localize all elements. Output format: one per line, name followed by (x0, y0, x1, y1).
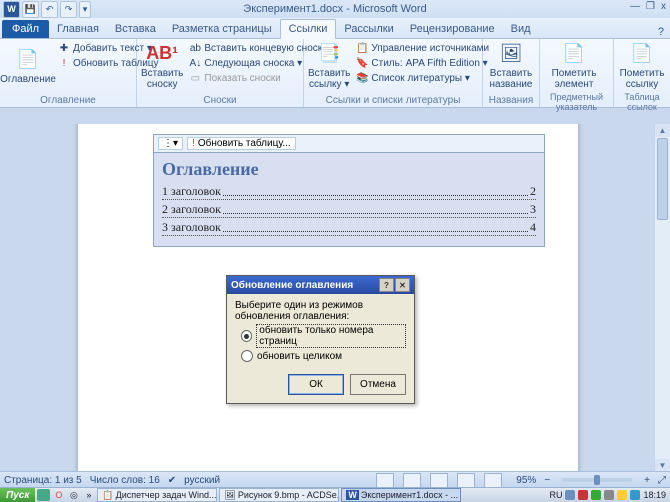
radio-update-page-numbers[interactable] (241, 330, 252, 342)
toc-icon: 📄 (16, 48, 40, 72)
bibliography-button[interactable]: 📚Список литературы ▾ (354, 71, 491, 85)
toc-entry[interactable]: 1 заголовок2 (162, 184, 536, 200)
tab-references[interactable]: Ссылки (280, 19, 337, 39)
toc-field-handle[interactable]: ⋮▾ (158, 137, 183, 150)
cancel-button[interactable]: Отмена (350, 374, 406, 395)
ribbon: 📄 Оглавление ✚Добавить текст ▾ !Обновить… (0, 39, 670, 108)
tab-file[interactable]: Файл (2, 20, 49, 38)
taskbar-task[interactable]: 📋Диспетчер задач Wind... (97, 488, 217, 502)
undo-button[interactable]: ↶ (41, 1, 58, 18)
group-label-toc: Оглавление (4, 94, 132, 107)
view-outline[interactable] (457, 473, 475, 488)
ribbon-help-icon[interactable]: ? (658, 26, 664, 38)
radio-update-entire[interactable] (241, 350, 253, 362)
zoom-in-button[interactable]: + (644, 475, 650, 486)
mark-citation-button[interactable]: 📄 Пометить ссылку (618, 41, 666, 91)
footnote-icon: AB¹ (150, 42, 174, 66)
status-page[interactable]: Страница: 1 из 5 (4, 475, 82, 486)
group-label-index: Предметный указатель (544, 91, 609, 113)
tab-review[interactable]: Рецензирование (402, 20, 503, 38)
restore-button[interactable]: ❐ (646, 1, 655, 12)
save-button[interactable]: 💾 (22, 1, 39, 18)
tray-clock[interactable]: 18:19 (643, 490, 666, 500)
toc-entry[interactable]: 3 заголовок4 (162, 220, 536, 236)
toc-button[interactable]: 📄 Оглавление (4, 41, 52, 91)
group-label-citations: Ссылки и списки литературы (308, 94, 478, 107)
toc-field-update-button[interactable]: ! Обновить таблицу... (187, 137, 296, 150)
toc-title: Оглавление (162, 159, 536, 180)
quick-access-toolbar: W 💾 ↶ ↷ ▾ (0, 1, 91, 18)
group-label-captions: Названия (487, 94, 535, 107)
tray-icon[interactable] (604, 490, 614, 500)
insert-footnote-button[interactable]: AB¹ Вставить сноску (141, 41, 183, 91)
status-language[interactable]: русский (184, 475, 220, 486)
insert-caption-button[interactable]: 🖼 Вставить название (487, 41, 535, 91)
qat-more-button[interactable]: ▾ (79, 1, 91, 18)
citation-style-select[interactable]: 🔖Стиль: APA Fifth Edition ▾ (354, 56, 491, 70)
view-print-layout[interactable] (376, 473, 394, 488)
window-title: Эксперимент1.docx - Microsoft Word (0, 3, 670, 15)
mark-index-entry-button[interactable]: 📄 Пометить элемент (544, 41, 604, 91)
word-icon[interactable]: W (3, 1, 20, 18)
view-full-screen[interactable] (403, 473, 421, 488)
vertical-scrollbar[interactable]: ▲ ▼ (654, 124, 670, 472)
tab-mailings[interactable]: Рассылки (336, 20, 401, 38)
taskbar-task-active[interactable]: WЭксперимент1.docx - ... (341, 488, 461, 502)
ok-button[interactable]: ОК (288, 374, 344, 395)
tray-icon[interactable] (565, 490, 575, 500)
update-toc-dialog: Обновление оглавления ? ✕ Выберите один … (226, 275, 415, 404)
manage-sources-button[interactable]: 📋Управление источниками (354, 41, 491, 55)
group-label-toa: Таблица ссылок (618, 91, 666, 113)
quicklaunch-chrome[interactable]: ◎ (67, 489, 80, 501)
taskbar-task[interactable]: 🖼Рисунок 9.bmp - ACDSe... (219, 488, 339, 502)
caption-icon: 🖼 (499, 42, 523, 66)
tab-insert[interactable]: Вставка (107, 20, 164, 38)
tray-lang[interactable]: RU (549, 490, 562, 500)
group-label-footnotes: Сноски (141, 94, 299, 107)
tab-view[interactable]: Вид (503, 20, 539, 38)
mark-citation-icon: 📄 (630, 42, 654, 66)
view-draft[interactable] (484, 473, 502, 488)
windows-taskbar: Пуск O ◎ » 📋Диспетчер задач Wind... 🖼Рис… (0, 487, 670, 502)
radio-label-entire[interactable]: обновить целиком (257, 351, 342, 362)
minimize-button[interactable]: — (630, 1, 640, 12)
toc-entry[interactable]: 2 заголовок3 (162, 202, 536, 218)
tray-icon[interactable] (630, 490, 640, 500)
status-word-count[interactable]: Число слов: 16 (90, 475, 160, 486)
ribbon-tabs: Файл Главная Вставка Разметка страницы С… (0, 18, 670, 39)
dialog-help-button[interactable]: ? (379, 278, 394, 292)
tray-icon[interactable] (591, 490, 601, 500)
title-bar: W 💾 ↶ ↷ ▾ Эксперимент1.docx - Microsoft … (0, 0, 670, 18)
index-icon: 📄 (562, 42, 586, 66)
view-web-layout[interactable] (430, 473, 448, 488)
tab-home[interactable]: Главная (49, 20, 107, 38)
redo-button[interactable]: ↷ (60, 1, 77, 18)
dialog-title: Обновление оглавления (231, 280, 353, 291)
quicklaunch-opera[interactable]: O (52, 489, 65, 501)
insert-citation-button[interactable]: 📑 Вставить ссылку ▾ (308, 41, 350, 91)
dialog-close-button[interactable]: ✕ (395, 278, 410, 292)
zoom-level[interactable]: 95% (516, 475, 536, 486)
zoom-slider[interactable] (562, 478, 632, 482)
scroll-up-icon[interactable]: ▲ (655, 124, 670, 137)
tab-page-layout[interactable]: Разметка страницы (164, 20, 280, 38)
zoom-full-button[interactable]: ⤢ (658, 475, 666, 486)
tray-icon[interactable] (617, 490, 627, 500)
start-button[interactable]: Пуск (0, 488, 35, 502)
radio-label-page-numbers[interactable]: обновить только номера страниц (256, 324, 406, 348)
citation-icon: 📑 (317, 42, 341, 66)
quicklaunch-desktop[interactable] (37, 489, 50, 501)
dialog-prompt: Выберите один из режимов обновления огла… (235, 300, 406, 322)
zoom-out-button[interactable]: − (544, 475, 550, 486)
proofing-icon[interactable]: ✔ (168, 475, 176, 486)
quicklaunch-more[interactable]: » (82, 489, 95, 501)
scroll-thumb[interactable] (657, 138, 668, 220)
tray-icon[interactable] (578, 490, 588, 500)
close-button[interactable]: x (661, 1, 666, 12)
toc-field[interactable]: ⋮▾ ! Обновить таблицу... Оглавление 1 за… (153, 134, 545, 247)
status-bar: Страница: 1 из 5 Число слов: 16 ✔ русски… (0, 471, 670, 488)
